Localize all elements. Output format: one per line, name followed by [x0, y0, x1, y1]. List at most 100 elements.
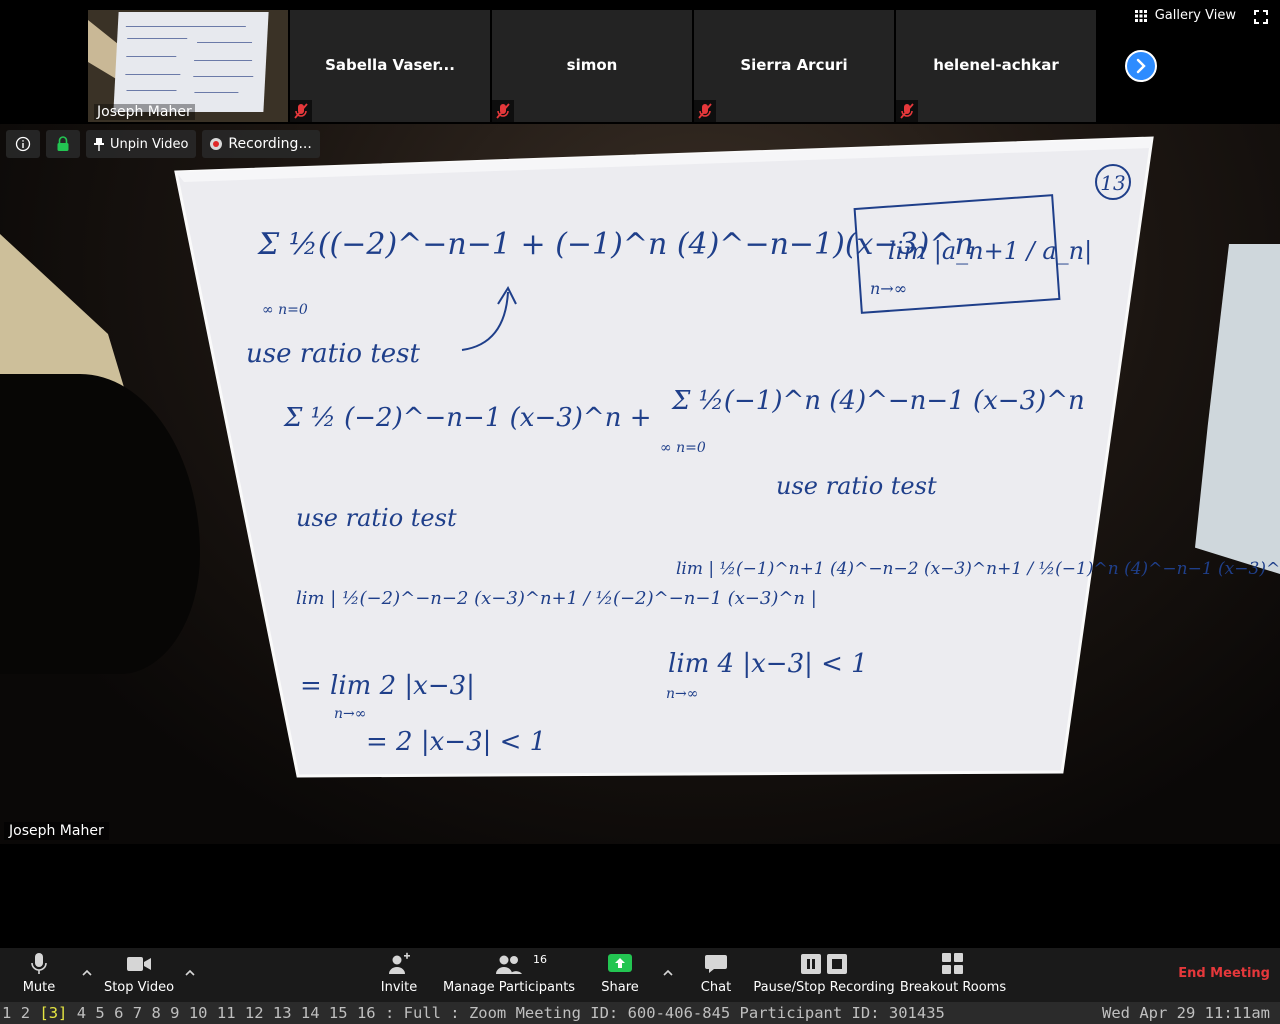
muted-mic-icon — [896, 100, 918, 122]
video-tile-participant[interactable]: helenel-achkar — [896, 10, 1096, 122]
stop-video-label: Stop Video — [103, 980, 175, 995]
participant-name: Sierra Arcuri — [740, 56, 848, 74]
workspace-2[interactable]: 2 — [21, 1004, 30, 1022]
stop-video-button[interactable]: Stop Video — [104, 952, 174, 1000]
workspace-8[interactable]: 8 — [151, 1004, 160, 1022]
window-info: : Full : Zoom Meeting ID: 600-406-845 Pa… — [384, 1004, 945, 1022]
workspace-10[interactable]: 10 — [189, 1004, 208, 1022]
workspace-7[interactable]: 7 — [133, 1004, 142, 1022]
participant-name: Sabella Vaser... — [325, 56, 455, 74]
end-meeting-button[interactable]: End Meeting — [1178, 966, 1270, 981]
ratio-limit-left: lim | ½(−2)^−n−2 (x−3)^n+1 / ½(−2)^−n−1 … — [296, 588, 817, 609]
video-tile-participant[interactable]: simon — [492, 10, 692, 122]
gallery-strip: Joseph Maher Sabella Vaser... simon Sier… — [0, 0, 1280, 124]
limit-sub: n→∞ — [334, 706, 366, 722]
grid-icon — [1134, 9, 1147, 22]
breakout-rooms-button[interactable]: Breakout Rooms — [899, 952, 1007, 1000]
workspace-14[interactable]: 14 — [301, 1004, 320, 1022]
chevron-up-icon[interactable] — [661, 966, 675, 980]
pin-icon — [94, 138, 104, 151]
workspace-5[interactable]: 5 — [95, 1004, 104, 1022]
workspace-1[interactable]: 1 — [2, 1004, 11, 1022]
breakout-rooms-icon — [942, 953, 963, 974]
sum-limits: ∞ n=0 — [262, 302, 308, 318]
workspace-6[interactable]: 6 — [114, 1004, 123, 1022]
next-page-button[interactable] — [1125, 50, 1157, 82]
workspace-12[interactable]: 12 — [245, 1004, 264, 1022]
invite-label: Invite — [380, 980, 418, 995]
participants-icon — [496, 955, 522, 974]
chat-icon — [705, 955, 727, 973]
unpin-video-label: Unpin Video — [110, 136, 189, 152]
unpin-video-button[interactable]: Unpin Video — [86, 130, 197, 158]
mute-button[interactable]: Mute — [20, 952, 58, 1000]
gallery-view-label: Gallery View — [1154, 8, 1236, 23]
mute-label: Mute — [22, 980, 56, 995]
share-label: Share — [601, 980, 639, 995]
chat-button[interactable]: Chat — [698, 952, 734, 1000]
series-right: Σ ½(−1)^n (4)^−n−1 (x−3)^n — [671, 386, 1085, 416]
encryption-button[interactable] — [46, 130, 80, 158]
lock-icon — [57, 136, 69, 151]
boxed-ratio-limit: lim |a_n+1 / a_n| — [888, 237, 1092, 266]
result-left: = lim 2 |x−3| — [300, 671, 475, 701]
workspace-current[interactable]: [3] — [39, 1004, 67, 1022]
ratio-limit-right: lim | ½(−1)^n+1 (4)^−n−2 (x−3)^n+1 / ½(−… — [676, 559, 1280, 579]
boxed-limit-sub: n→∞ — [870, 279, 907, 298]
workspace-15[interactable]: 15 — [329, 1004, 348, 1022]
sum-limits: ∞ n=0 — [660, 440, 706, 456]
pause-stop-recording-label: Pause/Stop Recording — [753, 980, 895, 995]
recording-label: Recording... — [228, 136, 312, 152]
video-camera-icon — [127, 957, 151, 971]
manage-participants-button[interactable]: Manage Participants — [442, 952, 576, 1000]
pause-stop-recording-button[interactable]: Pause/Stop Recording — [753, 952, 895, 1000]
participant-name: Joseph Maher — [94, 104, 195, 120]
use-ratio-test-label: use ratio test — [246, 339, 421, 369]
page-number: 13 — [1100, 171, 1125, 195]
use-ratio-test-label: use ratio test — [776, 472, 937, 500]
workspace-4[interactable]: 4 — [77, 1004, 86, 1022]
chevron-up-icon[interactable] — [80, 966, 94, 980]
muted-mic-icon — [290, 100, 312, 122]
whiteboard-thumbnail — [113, 12, 269, 112]
chevron-right-icon — [1136, 58, 1146, 74]
share-screen-icon — [608, 954, 632, 972]
gallery-view-button[interactable]: Gallery View — [1134, 8, 1236, 23]
limit-sub: n→∞ — [666, 686, 698, 702]
system-status-bar: 1 2 [3] 4 5 6 7 8 9 10 11 12 13 14 15 16… — [0, 1002, 1280, 1024]
fullscreen-icon[interactable] — [1254, 10, 1268, 24]
participant-count-badge: 16 — [533, 953, 547, 966]
workspace-16[interactable]: 16 — [357, 1004, 376, 1022]
video-tile-joseph-maher[interactable]: Joseph Maher — [88, 10, 288, 122]
muted-mic-icon — [492, 100, 514, 122]
active-speaker-name: Joseph Maher — [4, 822, 109, 840]
series-left: Σ ½ (−2)^−n−1 (x−3)^n + — [283, 403, 652, 433]
result-right: lim 4 |x−3| < 1 — [668, 649, 868, 679]
series-main: Σ ½((−2)^−n−1 + (−1)^n (4)^−n−1)(x−3)^n — [257, 227, 974, 262]
record-icon — [210, 138, 223, 150]
result-left-inequality: = 2 |x−3| < 1 — [366, 727, 546, 757]
whiteboard: 13 Σ ½((−2)^−n−1 + (−1)^n (4)^−n−1)(x−3)… — [174, 136, 1280, 778]
recording-indicator[interactable]: Recording... — [202, 130, 320, 158]
pause-stop-recording-icon — [801, 954, 847, 974]
microphone-icon — [31, 953, 47, 974]
workspace-9[interactable]: 9 — [170, 1004, 179, 1022]
chevron-up-icon[interactable] — [183, 966, 197, 980]
meeting-toolbar: Mute Stop Video Invite Manage Participan… — [0, 948, 1280, 1002]
video-tile-participant[interactable]: Sierra Arcuri — [694, 10, 894, 122]
share-screen-button[interactable]: Share — [600, 952, 640, 1000]
breakout-rooms-label: Breakout Rooms — [899, 980, 1007, 995]
main-video: 13 Σ ½((−2)^−n−1 + (−1)^n (4)^−n−1)(x−3)… — [0, 124, 1280, 844]
meeting-info-button[interactable] — [6, 130, 40, 158]
invite-button[interactable]: Invite — [379, 952, 419, 1000]
participant-name: helenel-achkar — [933, 56, 1059, 74]
chat-label: Chat — [700, 980, 732, 995]
clock: Wed Apr 29 11:11am — [1102, 1004, 1270, 1022]
participant-name: simon — [566, 56, 618, 74]
video-tile-participant[interactable]: Sabella Vaser... — [290, 10, 490, 122]
paper-edge — [88, 20, 118, 80]
use-ratio-test-label: use ratio test — [296, 504, 457, 532]
workspace-11[interactable]: 11 — [217, 1004, 236, 1022]
manage-participants-label: Manage Participants — [442, 980, 576, 995]
workspace-13[interactable]: 13 — [273, 1004, 292, 1022]
